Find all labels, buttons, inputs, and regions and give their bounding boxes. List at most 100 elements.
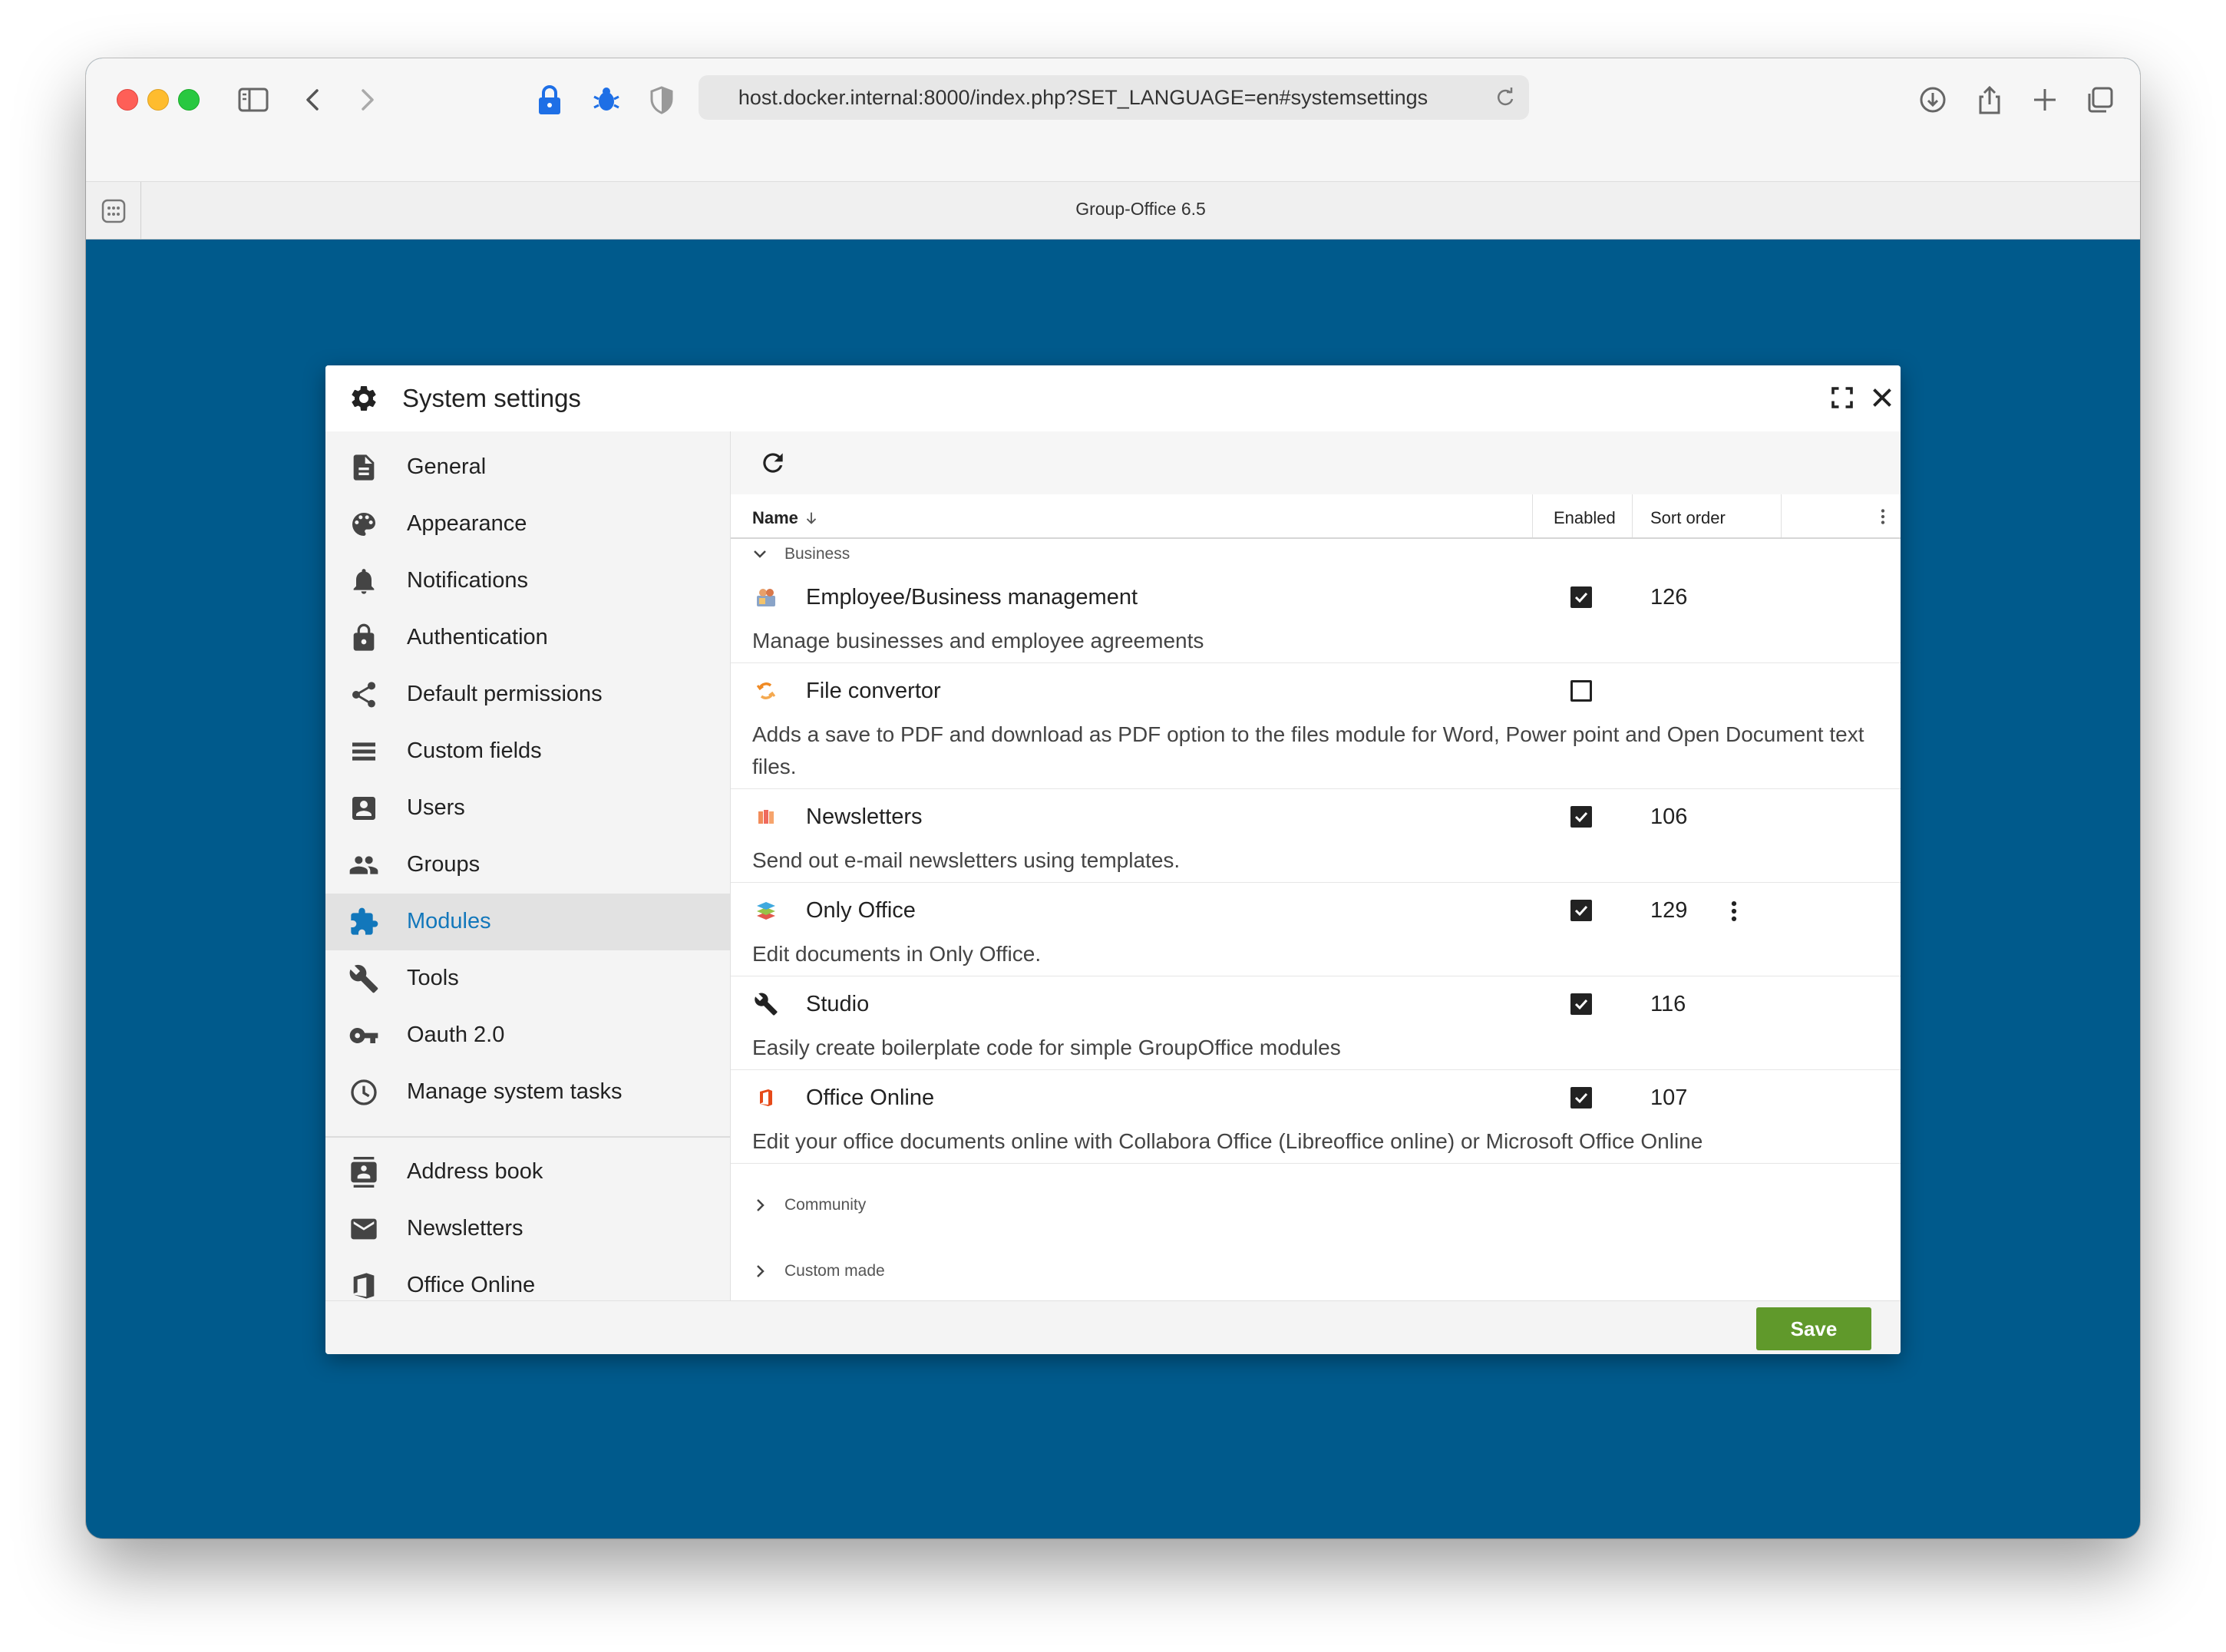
module-description: Edit documents in Only Office. (752, 942, 1042, 966)
column-separator[interactable] (1532, 494, 1533, 537)
column-name[interactable]: Name (752, 508, 798, 528)
sidebar-item-manage-system-tasks[interactable]: Manage system tasks (325, 1064, 730, 1121)
contacts-icon (351, 1157, 377, 1188)
refresh-icon[interactable] (758, 448, 788, 477)
address-bar[interactable]: host.docker.internal:8000/index.php?SET_… (699, 75, 1529, 120)
chevron-right-icon (757, 1265, 765, 1277)
convert-icon (756, 682, 776, 699)
enabled-checkbox[interactable] (1570, 1087, 1592, 1108)
settings-sidebar: General Appearance Notifications Authent… (325, 431, 731, 1300)
sort-order-value[interactable]: 106 (1650, 805, 1687, 830)
wrench-icon (349, 964, 378, 993)
back-icon[interactable] (295, 81, 332, 118)
forward-icon[interactable] (348, 81, 385, 118)
sidebar-item-tools[interactable]: Tools (325, 950, 730, 1007)
enabled-checkbox[interactable] (1570, 680, 1592, 702)
share-page-icon[interactable] (1971, 81, 2008, 118)
sort-order-value[interactable]: 116 (1650, 992, 1686, 1017)
document-icon (353, 454, 375, 481)
module-row-studio[interactable]: Studio 116 Easily create boilerplate cod… (731, 976, 1901, 1070)
column-separator[interactable] (1632, 494, 1633, 537)
sort-order-value[interactable]: 107 (1650, 1085, 1687, 1111)
enabled-checkbox[interactable] (1570, 900, 1592, 921)
sidebar-item-label: Tools (407, 966, 459, 990)
chevron-down-icon (754, 550, 766, 558)
column-menu-icon[interactable] (1873, 507, 1893, 527)
new-tab-icon[interactable] (2026, 81, 2063, 118)
column-separator[interactable] (1781, 494, 1782, 537)
enabled-checkbox[interactable] (1570, 993, 1592, 1015)
module-row-newsletters[interactable]: Newsletters 106 Send out e-mail newslett… (731, 789, 1901, 883)
system-settings-dialog: System settings General Appearance Notif… (325, 365, 1901, 1354)
shield-icon[interactable] (643, 81, 680, 118)
sidebar-item-custom-fields[interactable]: Custom fields (325, 723, 730, 780)
sidebar-item-general[interactable]: General (325, 439, 730, 496)
group-icon (349, 856, 378, 874)
module-description: Send out e-mail newsletters using templa… (752, 848, 1181, 872)
column-sort-order[interactable]: Sort order (1650, 508, 1726, 528)
sidebar-item-address-book[interactable]: Address book (325, 1144, 730, 1201)
sidebar-item-label: Authentication (407, 625, 548, 649)
wrench-icon (755, 993, 778, 1016)
module-name: Office Online (806, 1085, 935, 1110)
sidebar-item-label: Newsletters (407, 1216, 523, 1241)
sidebar-item-authentication[interactable]: Authentication (325, 610, 730, 666)
module-description: Adds a save to PDF and download as PDF o… (752, 722, 1864, 778)
page-reload-icon[interactable] (1492, 84, 1518, 111)
extension-bug-icon[interactable] (588, 81, 625, 118)
enabled-checkbox[interactable] (1570, 586, 1592, 608)
sidebar-item-newsletters[interactable]: Newsletters (325, 1201, 730, 1257)
sidebar-item-groups[interactable]: Groups (325, 837, 730, 894)
sidebar-item-office-online[interactable]: Office Online (325, 1257, 730, 1300)
sidebar-item-appearance[interactable]: Appearance (325, 496, 730, 553)
dialog-title: System settings (402, 384, 581, 412)
tab-title[interactable]: Group-Office 6.5 (141, 199, 2140, 220)
minimize-window-button[interactable] (147, 89, 169, 111)
downloads-icon[interactable] (1914, 81, 1951, 118)
column-enabled[interactable]: Enabled (1554, 508, 1616, 528)
close-window-button[interactable] (117, 89, 138, 111)
module-row-office-online[interactable]: Office Online 107 Edit your office docum… (731, 1070, 1901, 1164)
tab-grid-button[interactable] (86, 182, 141, 240)
group-business[interactable]: Business (731, 539, 1901, 570)
browser-window: host.docker.internal:8000/index.php?SET_… (86, 58, 2140, 1538)
grid-icon (101, 199, 126, 223)
module-name: Employee/Business management (806, 585, 1138, 610)
sidebar-item-label: Custom fields (407, 738, 542, 763)
sidebar-item-modules[interactable]: Modules (325, 894, 730, 950)
row-more-icon[interactable] (1721, 898, 1747, 924)
sort-arrow-down-icon[interactable] (803, 510, 820, 527)
sidebar-item-label: Modules (407, 909, 491, 933)
sidebar-item-users[interactable]: Users (325, 780, 730, 837)
group-label: Custom made (784, 1262, 885, 1280)
module-row-file-convertor[interactable]: File convertor Adds a save to PDF and do… (731, 663, 1901, 789)
group-custom-made[interactable]: Custom made (731, 1256, 1901, 1287)
enabled-checkbox[interactable] (1570, 806, 1592, 828)
zoom-window-button[interactable] (178, 89, 200, 111)
sidebar-item-notifications[interactable]: Notifications (325, 553, 730, 610)
module-row-only-office[interactable]: Only Office 129 Edit documents in Only O… (731, 883, 1901, 976)
sidebar-item-default-permissions[interactable]: Default permissions (325, 666, 730, 723)
gear-icon (352, 385, 376, 411)
close-icon[interactable] (1868, 384, 1896, 411)
module-row-employee-business-management[interactable]: Employee/Business management 126 Manage … (731, 570, 1901, 663)
chevron-right-icon (757, 1199, 765, 1211)
module-description: Manage businesses and employee agreement… (752, 629, 1204, 653)
password-lock-icon[interactable] (531, 81, 568, 118)
grid-column-header: Name Enabled Sort order (731, 494, 1901, 539)
group-community[interactable]: Community (731, 1190, 1901, 1221)
key-icon (349, 1028, 378, 1043)
check-icon (1574, 905, 1588, 917)
tab-bar: Group-Office 6.5 (86, 181, 2140, 240)
save-button[interactable]: Save (1756, 1307, 1871, 1350)
bell-icon (353, 569, 375, 594)
maximize-icon[interactable] (1828, 384, 1856, 411)
tab-overview-icon[interactable] (2082, 81, 2119, 118)
newsletter-icon (758, 810, 774, 824)
sort-order-value[interactable]: 126 (1650, 585, 1687, 610)
mail-icon (351, 1218, 377, 1240)
sidebar-toggle-icon[interactable] (235, 81, 272, 118)
sort-order-value[interactable]: 129 (1650, 898, 1687, 923)
sidebar-item-oauth[interactable]: Oauth 2.0 (325, 1007, 730, 1064)
sidebar-divider (325, 1136, 730, 1138)
